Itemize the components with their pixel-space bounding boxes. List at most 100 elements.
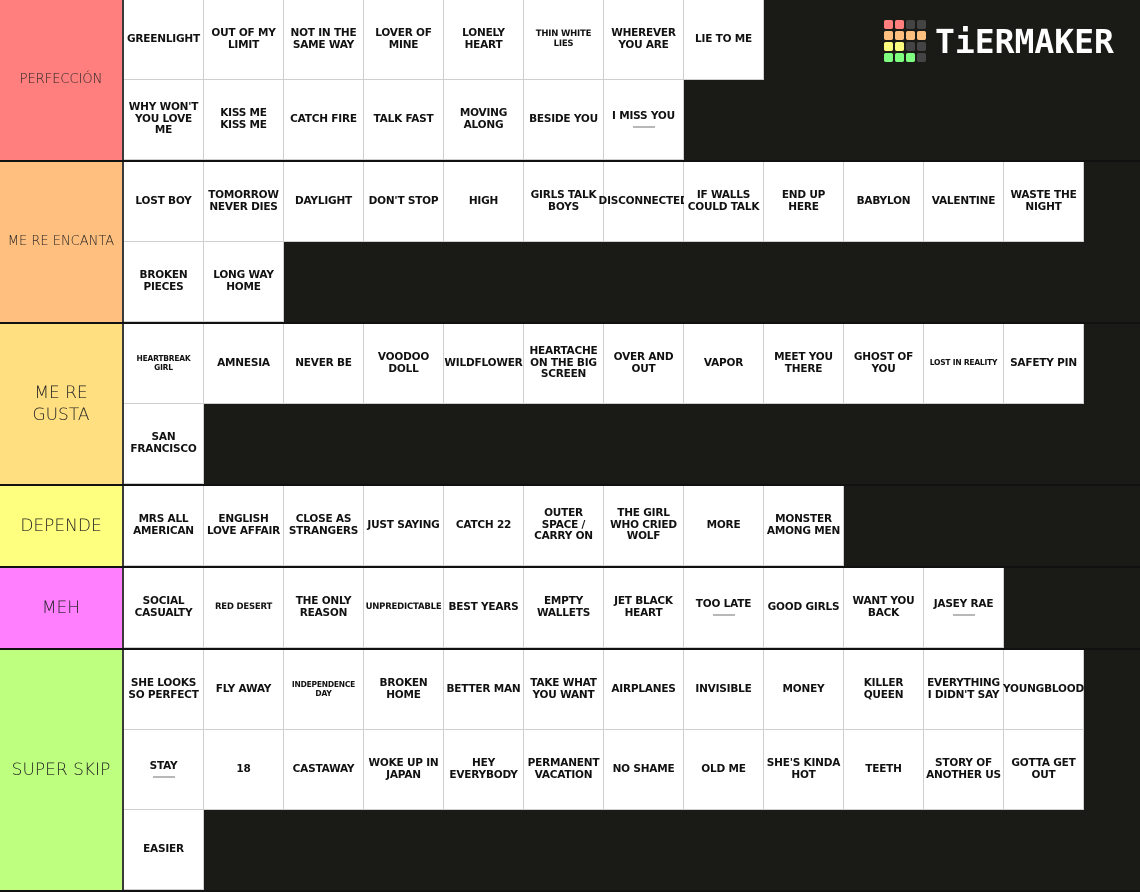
tier-item[interactable]: WASTE THE NIGHT [1004, 162, 1084, 242]
tier-item[interactable]: WHY WON'T YOU LOVE ME [124, 80, 204, 160]
tier-item[interactable]: 18 [204, 730, 284, 810]
tier-label[interactable]: PERFECCIÓN [0, 0, 124, 160]
tier-item[interactable]: MONSTER AMONG MEN [764, 486, 844, 566]
tier-item[interactable]: NO SHAME [604, 730, 684, 810]
tier-item[interactable]: LOST IN REALITY [924, 324, 1004, 404]
tier-item-subcaption [632, 126, 655, 129]
tier-item-title: SOCIAL CASUALTY [134, 594, 193, 619]
tier-item[interactable]: LOST BOY [124, 162, 204, 242]
tier-item[interactable]: GREENLIGHT [124, 0, 204, 80]
tier-items-container: MRS ALL AMERICAN ENGLISH LOVE AFFAIR CLOSE… [124, 486, 1084, 566]
tier-item-title: KILLER QUEEN [863, 676, 904, 701]
tier-item[interactable]: WHEREVER YOU ARE [604, 0, 684, 80]
tier-item[interactable]: NOT IN THE SAME WAY [284, 0, 364, 80]
tier-item[interactable]: WOKE UP IN JAPAN [364, 730, 444, 810]
tier-item-title: DON'T STOP [368, 194, 439, 207]
tier-item[interactable]: NEVER BE [284, 324, 364, 404]
tier-item[interactable]: ENGLISH LOVE AFFAIR [204, 486, 284, 566]
tier-item[interactable]: CATCH 22 [444, 486, 524, 566]
tier-item[interactable]: VOODOO DOLL [364, 324, 444, 404]
tier-item[interactable]: HIGH [444, 162, 524, 242]
tier-label[interactable]: ME RE GUSTA [0, 324, 124, 484]
tier-item-title: NO SHAME [612, 762, 675, 775]
tier-item[interactable]: SAFETY PIN [1004, 324, 1084, 404]
tier-item[interactable]: WILDFLOWER [444, 324, 524, 404]
tier-item[interactable]: SHE LOOKS SO PERFECT [124, 650, 204, 730]
tier-item[interactable]: SHE'S KINDA HOT [764, 730, 844, 810]
tier-item[interactable]: TALK FAST [364, 80, 444, 160]
tier-item[interactable]: INVISIBLE [684, 650, 764, 730]
tier-item[interactable]: MEET YOU THERE [764, 324, 844, 404]
tier-item[interactable]: BEST YEARS [444, 568, 524, 648]
tier-item[interactable]: END UP HERE [764, 162, 844, 242]
tier-item[interactable]: GHOST OF YOU [844, 324, 924, 404]
tier-item[interactable]: SOCIAL CASUALTY [124, 568, 204, 648]
tier-item[interactable]: EMPTY WALLETS [524, 568, 604, 648]
tier-item[interactable]: GOOD GIRLS [764, 568, 844, 648]
tier-item[interactable]: JASEY RAE [924, 568, 1004, 648]
tier-item[interactable]: EVERYTHING I DIDN'T SAY [924, 650, 1004, 730]
tier-item[interactable]: BROKEN HOME [364, 650, 444, 730]
tier-item[interactable]: LONG WAY HOME [204, 242, 284, 322]
tier-item[interactable]: VALENTINE [924, 162, 1004, 242]
tier-item[interactable]: INDEPENDENCE DAY [284, 650, 364, 730]
tier-label[interactable]: ME RE ENCANTA [0, 162, 124, 322]
tier-item[interactable]: PERMANENT VACATION [524, 730, 604, 810]
tier-item[interactable]: UNPREDICTABLE [364, 568, 444, 648]
tier-item[interactable]: LONELY HEART [444, 0, 524, 80]
tier-item[interactable]: VAPOR [684, 324, 764, 404]
tier-item[interactable]: DON'T STOP [364, 162, 444, 242]
tier-item-title: RED DESERT [214, 601, 273, 612]
tier-item[interactable]: STORY OF ANOTHER US [924, 730, 1004, 810]
tier-item[interactable]: EASIER [124, 810, 204, 890]
tier-item[interactable]: MRS ALL AMERICAN [124, 486, 204, 566]
tier-item[interactable]: MOVING ALONG [444, 80, 524, 160]
tier-item[interactable]: TOO LATE [684, 568, 764, 648]
tier-item[interactable]: IF WALLS COULD TALK [684, 162, 764, 242]
tier-item[interactable]: FLY AWAY [204, 650, 284, 730]
tier-item[interactable]: STAY [124, 730, 204, 810]
tier-item[interactable]: HEARTACHE ON THE BIG SCREEN [524, 324, 604, 404]
tier-item[interactable]: BABYLON [844, 162, 924, 242]
tier-item[interactable]: TOMORROW NEVER DIES [204, 162, 284, 242]
tier-item[interactable]: BROKEN PIECES [124, 242, 204, 322]
tier-item[interactable]: OVER AND OUT [604, 324, 684, 404]
tier-item[interactable]: JET BLACK HEART [604, 568, 684, 648]
tier-item[interactable]: HEY EVERYBODY [444, 730, 524, 810]
tier-item[interactable]: THIN WHITE LIES [524, 0, 604, 80]
tier-item[interactable]: CATCH FIRE [284, 80, 364, 160]
tier-item[interactable]: BESIDE YOU [524, 80, 604, 160]
tier-item[interactable]: GOTTA GET OUT [1004, 730, 1084, 810]
tier-item[interactable]: HEARTBREAK GIRL [124, 324, 204, 404]
tier-item[interactable]: JUST SAYING [364, 486, 444, 566]
tier-item[interactable]: MONEY [764, 650, 844, 730]
tier-item[interactable]: KILLER QUEEN [844, 650, 924, 730]
tier-item[interactable]: I MISS YOU [604, 80, 684, 160]
tier-item[interactable]: GIRLS TALK BOYS [524, 162, 604, 242]
tier-item[interactable]: DISCONNECTED [599, 162, 689, 242]
tier-label[interactable]: SUPER SKIP [0, 650, 124, 890]
tier-item[interactable]: SAN FRANCISCO [124, 404, 204, 484]
tier-item[interactable]: CLOSE AS STRANGERS [284, 486, 364, 566]
tier-item[interactable]: LIE TO ME [684, 0, 764, 80]
tier-item[interactable]: YOUNGBLOOD [1003, 650, 1084, 730]
tier-item[interactable]: OLD ME [684, 730, 764, 810]
tier-item[interactable]: AMNESIA [204, 324, 284, 404]
tier-item[interactable]: LOVER OF MINE [364, 0, 444, 80]
tier-item[interactable]: MORE [684, 486, 764, 566]
tier-item[interactable]: BETTER MAN [444, 650, 524, 730]
tier-item[interactable]: RED DESERT [204, 568, 284, 648]
tier-item[interactable]: TEETH [844, 730, 924, 810]
tier-item[interactable]: TAKE WHAT YOU WANT [524, 650, 604, 730]
tier-item[interactable]: DAYLIGHT [284, 162, 364, 242]
tier-item[interactable]: THE GIRL WHO CRIED WOLF [604, 486, 684, 566]
tier-item[interactable]: WANT YOU BACK [844, 568, 924, 648]
tier-label[interactable]: MEH [0, 568, 124, 648]
tier-item[interactable]: AIRPLANES [604, 650, 684, 730]
tier-item[interactable]: THE ONLY REASON [284, 568, 364, 648]
tier-item[interactable]: CASTAWAY [284, 730, 364, 810]
tier-item[interactable]: KISS ME KISS ME [204, 80, 284, 160]
tier-item[interactable]: OUTER SPACE / CARRY ON [524, 486, 604, 566]
tier-item[interactable]: OUT OF MY LIMIT [204, 0, 284, 80]
tier-label[interactable]: DEPENDE [0, 486, 124, 566]
